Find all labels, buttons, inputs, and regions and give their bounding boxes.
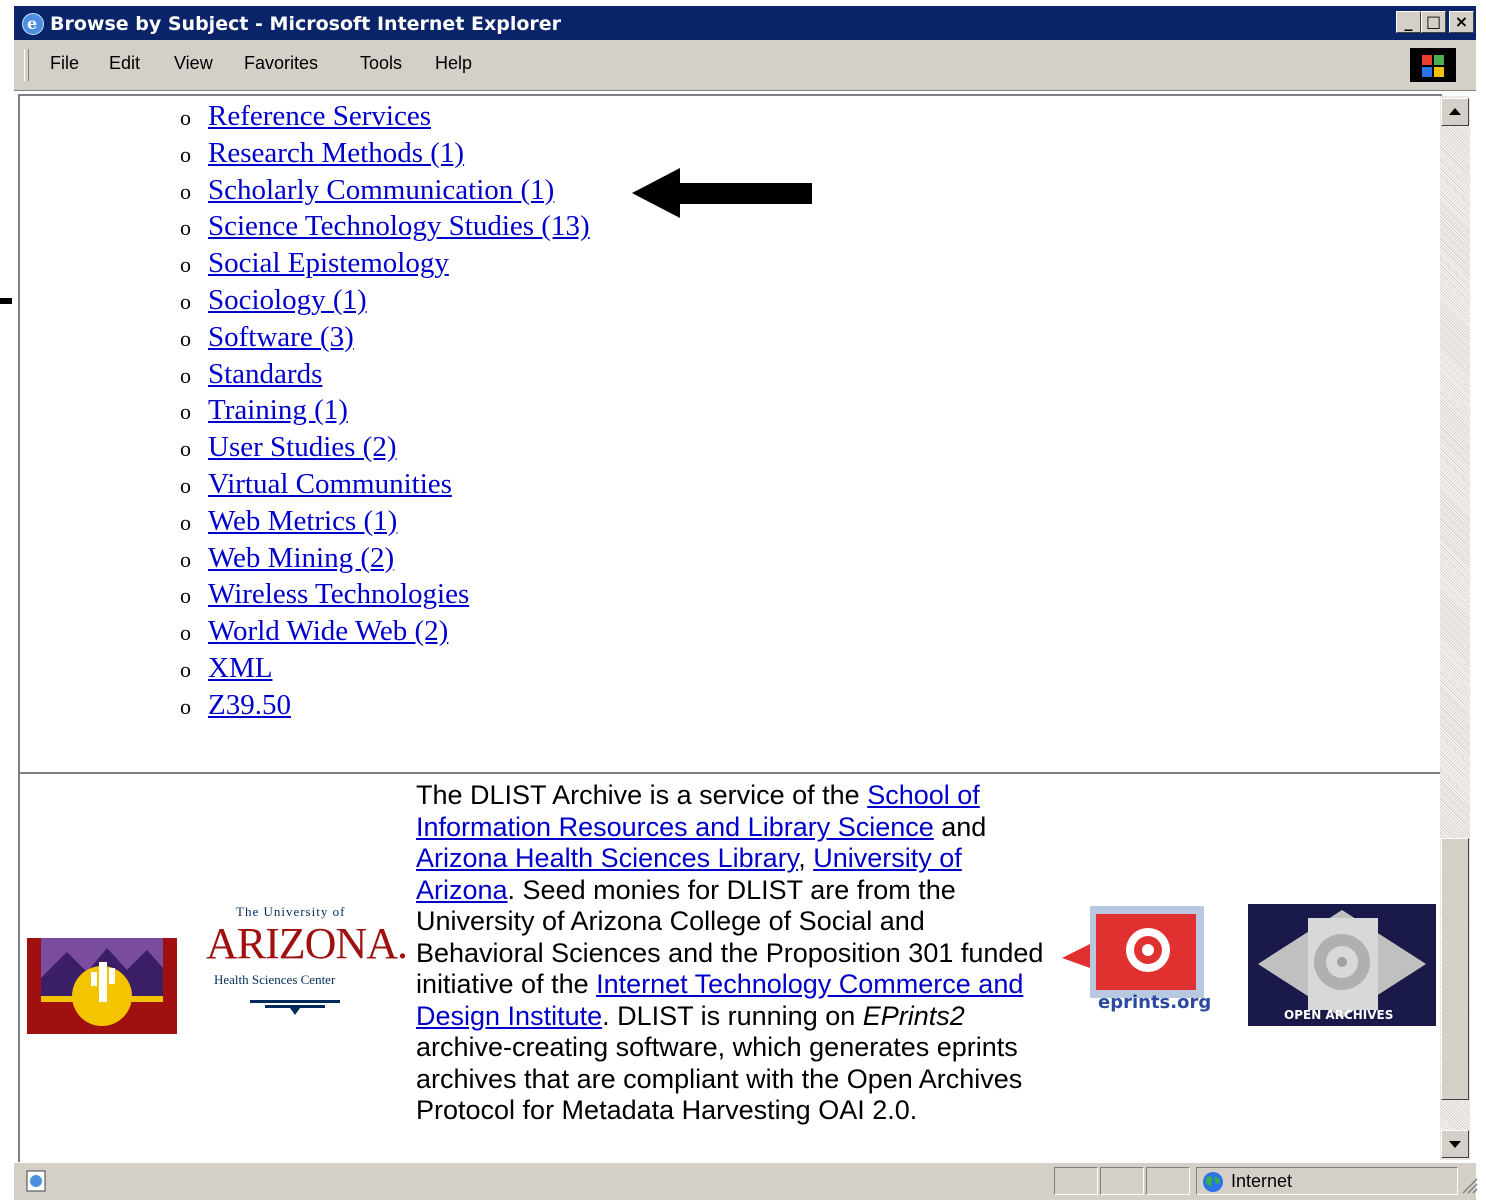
bullet-icon: o [180,399,191,425]
scrollbar-thumb[interactable] [1441,838,1469,1100]
footer-description: The DLIST Archive is a service of the Sc… [416,780,1044,1125]
left-edge-mark [0,298,12,304]
subject-link[interactable]: Social Epistemology [208,247,449,279]
maximize-button[interactable]: □ [1421,11,1446,33]
subject-link[interactable]: Web Metrics (1) [208,505,397,537]
subject-link[interactable]: Training (1) [208,394,348,426]
bullet-icon: o [180,436,191,462]
list-item: o Training (1) [180,394,590,431]
bullet-icon: o [180,325,191,351]
bullet-icon: o [180,656,191,682]
divider [20,772,1442,775]
minimize-button[interactable]: _ [1396,11,1421,33]
bullet-icon: o [180,620,191,646]
bullet-icon: o [180,288,191,314]
bullet-icon: o [180,105,191,130]
subject-link[interactable]: Z39.50 [208,689,291,721]
subject-link[interactable]: Wireless Technologies [208,578,469,610]
list-item: o Science Technology Studies (13) [180,210,590,247]
bullet-icon: o [180,693,191,719]
bullet-icon: o [180,583,191,609]
menu-favorites[interactable]: Favorites [244,53,318,74]
menu-bar: File Edit View Favorites Tools Help [14,40,1476,91]
bullet-icon: o [180,546,191,572]
subject-link[interactable]: Scholarly Communication (1) [208,174,554,206]
arrow-down-icon [1449,1141,1461,1148]
list-item: o Research Methods (1) [180,137,590,174]
status-panel [1146,1167,1190,1195]
page-content: o Reference Services o Research Methods (1… [18,94,1442,1162]
menu-edit[interactable]: Edit [109,53,140,74]
scroll-down-button[interactable] [1441,1130,1469,1158]
bullet-icon: o [180,178,191,204]
status-panel [1054,1167,1098,1195]
ahsl-logo [27,938,177,1034]
window-title: Browse by Subject - Microsoft Internet E… [50,13,562,35]
list-item: o XML [180,652,590,689]
security-zone: Internet [1196,1167,1458,1195]
list-item: o Z39.50 [180,689,590,726]
subject-link[interactable]: XML [208,652,272,684]
eprints-logo: eprints.org [1060,904,1220,1024]
subject-link[interactable]: Reference Services [208,100,431,132]
menu-view[interactable]: View [174,53,213,74]
zone-label: Internet [1231,1171,1293,1191]
subject-link[interactable]: Web Mining (2) [208,542,394,574]
list-item: o Scholarly Communication (1) [180,174,590,211]
subject-link[interactable]: Standards [208,358,322,390]
title-bar[interactable]: e Browse by Subject - Microsoft Internet… [14,6,1476,40]
open-archives-logo: OPEN ARCHIVES [1248,904,1436,1026]
close-button[interactable]: × [1449,11,1474,33]
toolbar-grip[interactable] [24,49,29,81]
scroll-up-button[interactable] [1441,98,1469,126]
page-icon [26,1170,46,1192]
bullet-icon: o [180,252,191,278]
list-item: o Sociology (1) [180,284,590,321]
pointer-arrow-icon [632,168,812,218]
menu-file[interactable]: File [50,53,79,74]
list-item: o Web Metrics (1) [180,505,590,542]
list-item: o Wireless Technologies [180,578,590,615]
list-item: o Standards [180,358,590,395]
bullet-icon: o [180,362,191,388]
menu-help[interactable]: Help [435,53,472,74]
globe-icon [1203,1172,1223,1192]
status-bar: Internet [14,1162,1478,1200]
menu-tools[interactable]: Tools [360,53,402,74]
list-item: o Software (3) [180,321,590,358]
resize-grip-icon[interactable] [1458,1173,1478,1197]
subject-link[interactable]: Science Technology Studies (13) [208,210,590,242]
subject-link[interactable]: Research Methods (1) [208,137,464,169]
list-item: o World Wide Web (2) [180,615,590,652]
left-edge [0,0,14,1199]
list-item: o Social Epistemology [180,247,590,284]
subject-list: o Reference Services o Research Methods (1… [180,100,590,726]
list-item: o User Studies (2) [180,431,590,468]
subject-link[interactable]: Sociology (1) [208,284,367,316]
vertical-scrollbar[interactable] [1440,96,1470,1160]
university-of-arizona-logo: The University of ARIZONA. Health Scienc… [206,904,408,1024]
bullet-icon: o [180,509,191,535]
subject-link[interactable]: Software (3) [208,321,354,353]
status-panel [1100,1167,1144,1195]
list-item: o Reference Services [180,100,590,137]
subject-link[interactable]: World Wide Web (2) [208,615,448,647]
subject-link[interactable]: User Studies (2) [208,431,396,463]
bullet-icon: o [180,215,191,241]
ahsl-link[interactable]: Arizona Health Sciences Library [416,843,798,873]
bullet-icon: o [180,472,191,498]
ie-icon: e [22,13,44,35]
arrow-up-icon [1449,108,1461,115]
bullet-icon: o [180,141,191,167]
list-item: o Virtual Communities [180,468,590,505]
subject-link[interactable]: Virtual Communities [208,468,452,500]
list-item: o Web Mining (2) [180,542,590,579]
windows-logo-icon [1410,48,1456,82]
